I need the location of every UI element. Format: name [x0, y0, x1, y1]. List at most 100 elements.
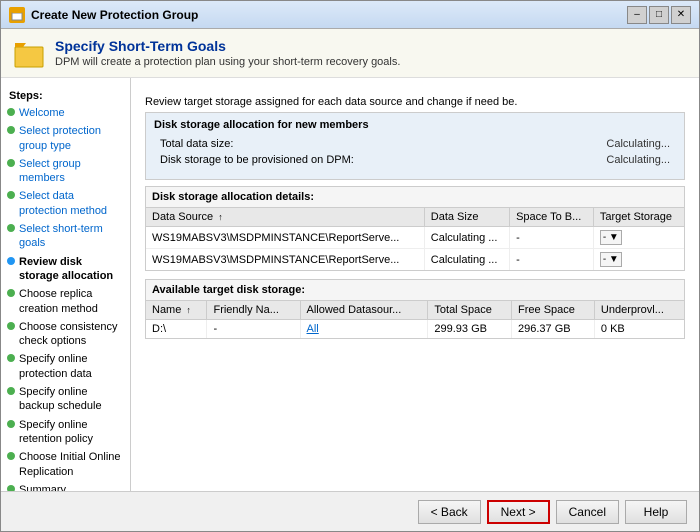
sort-icon: ↑	[186, 305, 191, 315]
col-header-name[interactable]: Name ↑	[146, 301, 207, 320]
dot-icon	[7, 126, 15, 134]
page-header-section: Specify Short-Term Goals DPM will create…	[1, 29, 699, 78]
cell-totalspace: 299.93 GB	[428, 320, 512, 339]
sidebar-label-replica: Choose replica creation method	[19, 287, 124, 316]
cell-friendly: -	[207, 320, 300, 339]
col-header-friendly[interactable]: Friendly Na...	[207, 301, 300, 320]
target-storage-dropdown[interactable]: - ▼	[600, 230, 622, 245]
sidebar: Steps: Welcome Select protection group t…	[1, 78, 131, 491]
intro-text: Review target storage assigned for each …	[145, 96, 685, 108]
sidebar-link-members[interactable]: Select group members	[19, 157, 124, 186]
available-label: Available target disk storage:	[146, 280, 684, 301]
sidebar-label-retention: Specify online retention policy	[19, 418, 124, 447]
cell-underprov: 0 KB	[594, 320, 684, 339]
target-storage-dropdown[interactable]: - ▼	[600, 252, 622, 267]
sidebar-item-members[interactable]: Select group members	[1, 155, 130, 188]
main-content: Review target storage assigned for each …	[131, 78, 699, 491]
sidebar-item-initial-replication: Choose Initial Online Replication	[1, 448, 130, 481]
table-row: D:\-All 299.93 GB296.37 GB0 KB	[146, 320, 684, 339]
dot-icon	[7, 224, 15, 232]
header-icon	[13, 37, 45, 69]
allocation-info-table: Total data size: Calculating... Disk sto…	[154, 135, 676, 169]
window-controls: – □ ✕	[627, 6, 691, 24]
sidebar-link-method[interactable]: Select data protection method	[19, 189, 124, 218]
table-row: WS19MABSV3\MSDPMINSTANCE\ReportServe...C…	[146, 227, 684, 249]
provision-label: Disk storage to be provisioned on DPM:	[156, 153, 537, 167]
details-section: Disk storage allocation details: Data So…	[145, 186, 685, 271]
dot-icon	[7, 452, 15, 460]
dot-icon	[7, 289, 15, 297]
dot-icon	[7, 108, 15, 116]
sidebar-label-summary: Summary	[19, 483, 66, 491]
content-area: Steps: Welcome Select protection group t…	[1, 78, 699, 491]
total-size-value: Calculating...	[539, 137, 674, 151]
back-button[interactable]: < Back	[418, 500, 481, 524]
cell-datasize: Calculating ...	[424, 227, 509, 249]
sidebar-item-summary: Summary	[1, 481, 130, 491]
allocation-label: Disk storage allocation for new members	[154, 119, 676, 131]
next-button[interactable]: Next >	[487, 500, 550, 524]
sidebar-item-replica: Choose replica creation method	[1, 285, 130, 318]
cell-allowed: All	[300, 320, 428, 339]
details-header-row: Data Source ↑ Data Size Space To B... Ta…	[146, 208, 684, 227]
sidebar-link-type[interactable]: Select protection group type	[19, 124, 124, 153]
sidebar-label-online-data: Specify online protection data	[19, 352, 124, 381]
maximize-button[interactable]: □	[649, 6, 669, 24]
help-button[interactable]: Help	[625, 500, 687, 524]
col-header-datasource[interactable]: Data Source ↑	[146, 208, 424, 227]
sidebar-item-online-backup: Specify online backup schedule	[1, 383, 130, 416]
cell-datasource: WS19MABSV3\MSDPMINSTANCE\ReportServe...	[146, 227, 424, 249]
cell-spacetobe: -	[510, 227, 594, 249]
cell-spacetobe: -	[510, 249, 594, 271]
dot-icon	[7, 420, 15, 428]
footer: < Back Next > Cancel Help	[1, 491, 699, 531]
sidebar-label-disk-alloc: Review disk storage allocation	[19, 255, 124, 284]
sidebar-item-welcome[interactable]: Welcome	[1, 104, 130, 122]
dot-icon	[7, 354, 15, 362]
cell-targetstorage[interactable]: - ▼	[593, 249, 684, 271]
sidebar-link-welcome[interactable]: Welcome	[19, 106, 65, 120]
details-table: Data Source ↑ Data Size Space To B... Ta…	[146, 208, 684, 270]
sidebar-item-online-data: Specify online protection data	[1, 350, 130, 383]
sidebar-link-short-term[interactable]: Select short-term goals	[19, 222, 124, 251]
page-header-text: Specify Short-Term Goals DPM will create…	[55, 38, 400, 68]
total-size-label: Total data size:	[156, 137, 537, 151]
title-bar: Create New Protection Group – □ ✕	[1, 1, 699, 29]
minimize-button[interactable]: –	[627, 6, 647, 24]
sidebar-item-type[interactable]: Select protection group type	[1, 122, 130, 155]
available-section: Available target disk storage: Name ↑ Fr…	[145, 279, 685, 339]
cell-targetstorage[interactable]: - ▼	[593, 227, 684, 249]
sidebar-item-consistency: Choose consistency check options	[1, 318, 130, 351]
sidebar-item-disk-alloc[interactable]: Review disk storage allocation	[1, 253, 130, 286]
sidebar-label-initial-replication: Choose Initial Online Replication	[19, 450, 124, 479]
dot-icon	[7, 191, 15, 199]
available-table-body: D:\-All 299.93 GB296.37 GB0 KB	[146, 320, 684, 339]
cancel-button[interactable]: Cancel	[556, 500, 619, 524]
cell-datasource: WS19MABSV3\MSDPMINSTANCE\ReportServe...	[146, 249, 424, 271]
available-header-row: Name ↑ Friendly Na... Allowed Datasour..…	[146, 301, 684, 320]
provision-value: Calculating...	[539, 153, 674, 167]
col-header-freespace[interactable]: Free Space	[512, 301, 595, 320]
col-header-allowed[interactable]: Allowed Datasour...	[300, 301, 428, 320]
dot-icon	[7, 257, 15, 265]
sidebar-section-label: Steps:	[1, 86, 130, 104]
cell-datasize: Calculating ...	[424, 249, 509, 271]
col-header-datasize[interactable]: Data Size	[424, 208, 509, 227]
sidebar-label-consistency: Choose consistency check options	[19, 320, 124, 349]
sidebar-item-method[interactable]: Select data protection method	[1, 187, 130, 220]
window-icon	[9, 7, 25, 23]
allowed-datasource-link[interactable]: All	[307, 323, 319, 335]
main-window: Create New Protection Group – □ ✕ Specif…	[0, 0, 700, 532]
cell-freespace: 296.37 GB	[512, 320, 595, 339]
sidebar-item-retention: Specify online retention policy	[1, 416, 130, 449]
cell-name: D:\	[146, 320, 207, 339]
col-header-targetstorage[interactable]: Target Storage	[593, 208, 684, 227]
col-header-totalspace[interactable]: Total Space	[428, 301, 512, 320]
col-header-underprov[interactable]: Underprovl...	[594, 301, 684, 320]
dot-icon	[7, 159, 15, 167]
window-title: Create New Protection Group	[31, 8, 627, 22]
close-button[interactable]: ✕	[671, 6, 691, 24]
col-header-spacetobe[interactable]: Space To B...	[510, 208, 594, 227]
sidebar-item-short-term[interactable]: Select short-term goals	[1, 220, 130, 253]
dot-icon	[7, 387, 15, 395]
